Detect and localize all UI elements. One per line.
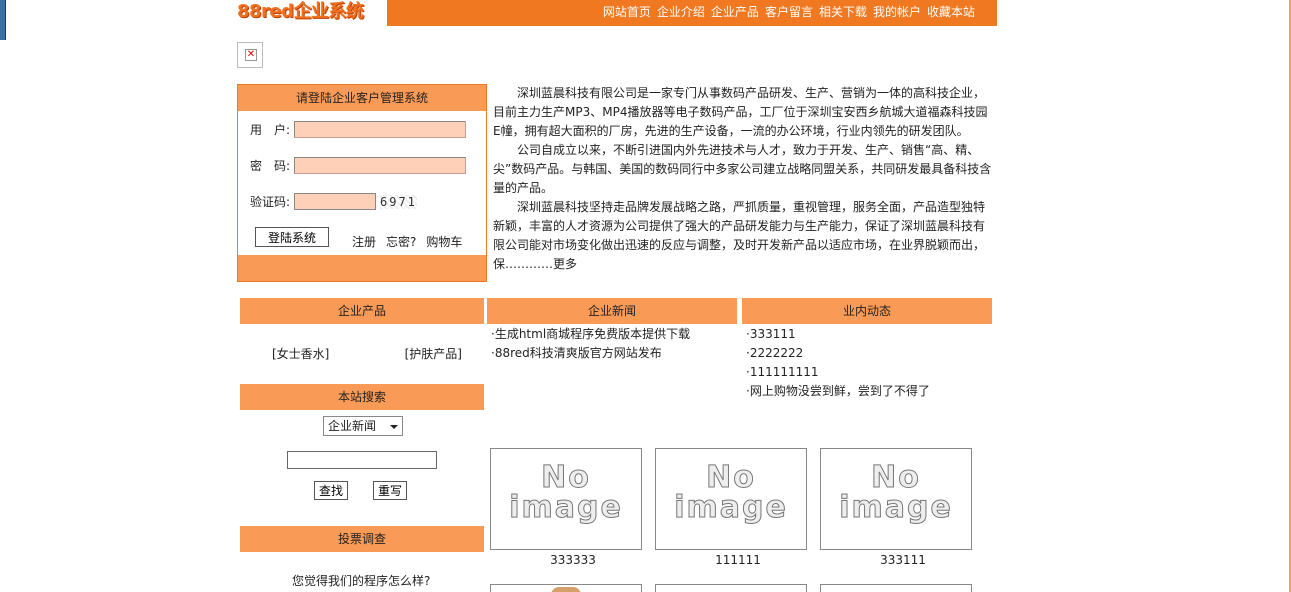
- username-row: 用 户:: [250, 121, 466, 138]
- thumbnail-label[interactable]: 333111: [827, 553, 979, 567]
- industry-item[interactable]: ·111111111: [746, 363, 930, 382]
- search-category-select[interactable]: 企业新闻: [323, 416, 403, 436]
- search-header: 本站搜索: [240, 384, 484, 410]
- window-edge: [0, 0, 6, 40]
- nav-about[interactable]: 企业介绍: [657, 3, 705, 20]
- industry-header: 业内动态: [742, 298, 992, 324]
- product-thumbnail[interactable]: [655, 584, 807, 592]
- news-list: ·生成html商城程序免费版本提供下载 ·88red科技清爽版官方网站发布: [491, 325, 690, 363]
- no-image-placeholder: No image: [839, 460, 953, 525]
- product-photo: [551, 587, 581, 592]
- search-select-value: 企业新闻: [328, 419, 377, 433]
- nav-bar: 网站首页 企业介绍 企业产品 客户留言 相关下载 我的帐户 收藏本站: [387, 0, 997, 26]
- login-links: 注册 忘密? 购物车: [352, 233, 462, 250]
- nav-home[interactable]: 网站首页: [603, 3, 651, 20]
- news-item[interactable]: ·88red科技清爽版官方网站发布: [491, 344, 690, 363]
- product-thumbnail[interactable]: [820, 584, 972, 592]
- reset-button[interactable]: 重写: [373, 481, 408, 500]
- login-title: 请登陆企业客户管理系统: [238, 85, 486, 111]
- industry-item[interactable]: ·333111: [746, 325, 930, 344]
- product-thumbnail[interactable]: [490, 584, 642, 592]
- product-thumbnail[interactable]: No image: [820, 448, 972, 550]
- captcha-input[interactable]: [294, 193, 376, 210]
- vote-header: 投票调查: [240, 526, 484, 552]
- intro-paragraph: 深圳蓝晨科技有限公司是一家专门从事数码产品研发、生产、营销为一体的高科技企业，目…: [493, 86, 988, 138]
- chevron-down-icon: [390, 425, 398, 429]
- login-footer: [238, 255, 486, 281]
- nav-guestbook[interactable]: 客户留言: [765, 3, 813, 20]
- intro-paragraph: 深圳蓝晨科技坚持走品牌发展战略之路，严抓质量，重视管理，服务全面，产品造型独特新…: [493, 200, 986, 271]
- captcha-label: 验证码:: [250, 195, 291, 209]
- no-image-placeholder: No image: [509, 460, 623, 525]
- nav-bookmark[interactable]: 收藏本站: [927, 3, 975, 20]
- nav-account[interactable]: 我的帐户: [873, 3, 921, 20]
- register-link[interactable]: 注册: [352, 233, 376, 250]
- password-label: 密 码:: [250, 159, 291, 173]
- site-header: 88red企业系统 网站首页 企业介绍 企业产品 客户留言 相关下载 我的帐户 …: [237, 0, 997, 26]
- vote-question: 您觉得我们的程序怎么样?: [292, 574, 431, 588]
- password-row: 密 码:: [250, 157, 466, 174]
- site-logo[interactable]: 88red企业系统: [237, 0, 387, 26]
- product-categories: [女士香水] [护肤产品]: [272, 345, 462, 362]
- captcha-image: 6971: [380, 194, 417, 209]
- products-header: 企业产品: [240, 298, 484, 324]
- thumbnail-label[interactable]: 111111: [662, 553, 814, 567]
- news-header: 企业新闻: [487, 298, 737, 324]
- industry-item[interactable]: ·网上购物没尝到鲜，尝到了不得了: [746, 382, 930, 401]
- search-button[interactable]: 查找: [314, 481, 349, 500]
- more-link[interactable]: 更多: [553, 257, 577, 271]
- category-skincare[interactable]: [护肤产品]: [405, 345, 462, 362]
- nav-downloads[interactable]: 相关下载: [819, 3, 867, 20]
- company-intro: 深圳蓝晨科技有限公司是一家专门从事数码产品研发、生产、营销为一体的高科技企业，目…: [493, 84, 993, 274]
- thumbnail-label[interactable]: 333333: [497, 553, 649, 567]
- product-thumbnail[interactable]: No image: [655, 448, 807, 550]
- industry-list: ·333111 ·2222222 ·111111111 ·网上购物没尝到鲜，尝到…: [746, 325, 930, 401]
- intro-paragraph: 公司自成立以来，不断引进国内外先进技术与人才，致力于开发、生产、销售“高、精、尖…: [493, 143, 992, 195]
- cart-link[interactable]: 购物车: [426, 233, 462, 250]
- main-nav: 网站首页 企业介绍 企业产品 客户留言 相关下载 我的帐户 收藏本站: [603, 3, 975, 20]
- no-image-placeholder: No image: [674, 460, 788, 525]
- news-item[interactable]: ·生成html商城程序免费版本提供下载: [491, 325, 690, 344]
- username-label: 用 户:: [250, 123, 291, 137]
- captcha-row: 验证码: 6971: [250, 193, 417, 210]
- forgot-password-link[interactable]: 忘密?: [386, 233, 416, 250]
- industry-item[interactable]: ·2222222: [746, 344, 930, 363]
- login-button[interactable]: 登陆系统: [255, 227, 329, 247]
- nav-products[interactable]: 企业产品: [711, 3, 759, 20]
- username-input[interactable]: [294, 121, 466, 138]
- broken-image-icon: ✕: [237, 42, 263, 68]
- product-thumbnail[interactable]: No image: [490, 448, 642, 550]
- category-perfume[interactable]: [女士香水]: [272, 345, 329, 362]
- password-input[interactable]: [294, 157, 466, 174]
- search-input[interactable]: [287, 451, 437, 469]
- login-panel: 请登陆企业客户管理系统 用 户: 密 码: 验证码: 6971 登陆系统 注册 …: [237, 84, 487, 282]
